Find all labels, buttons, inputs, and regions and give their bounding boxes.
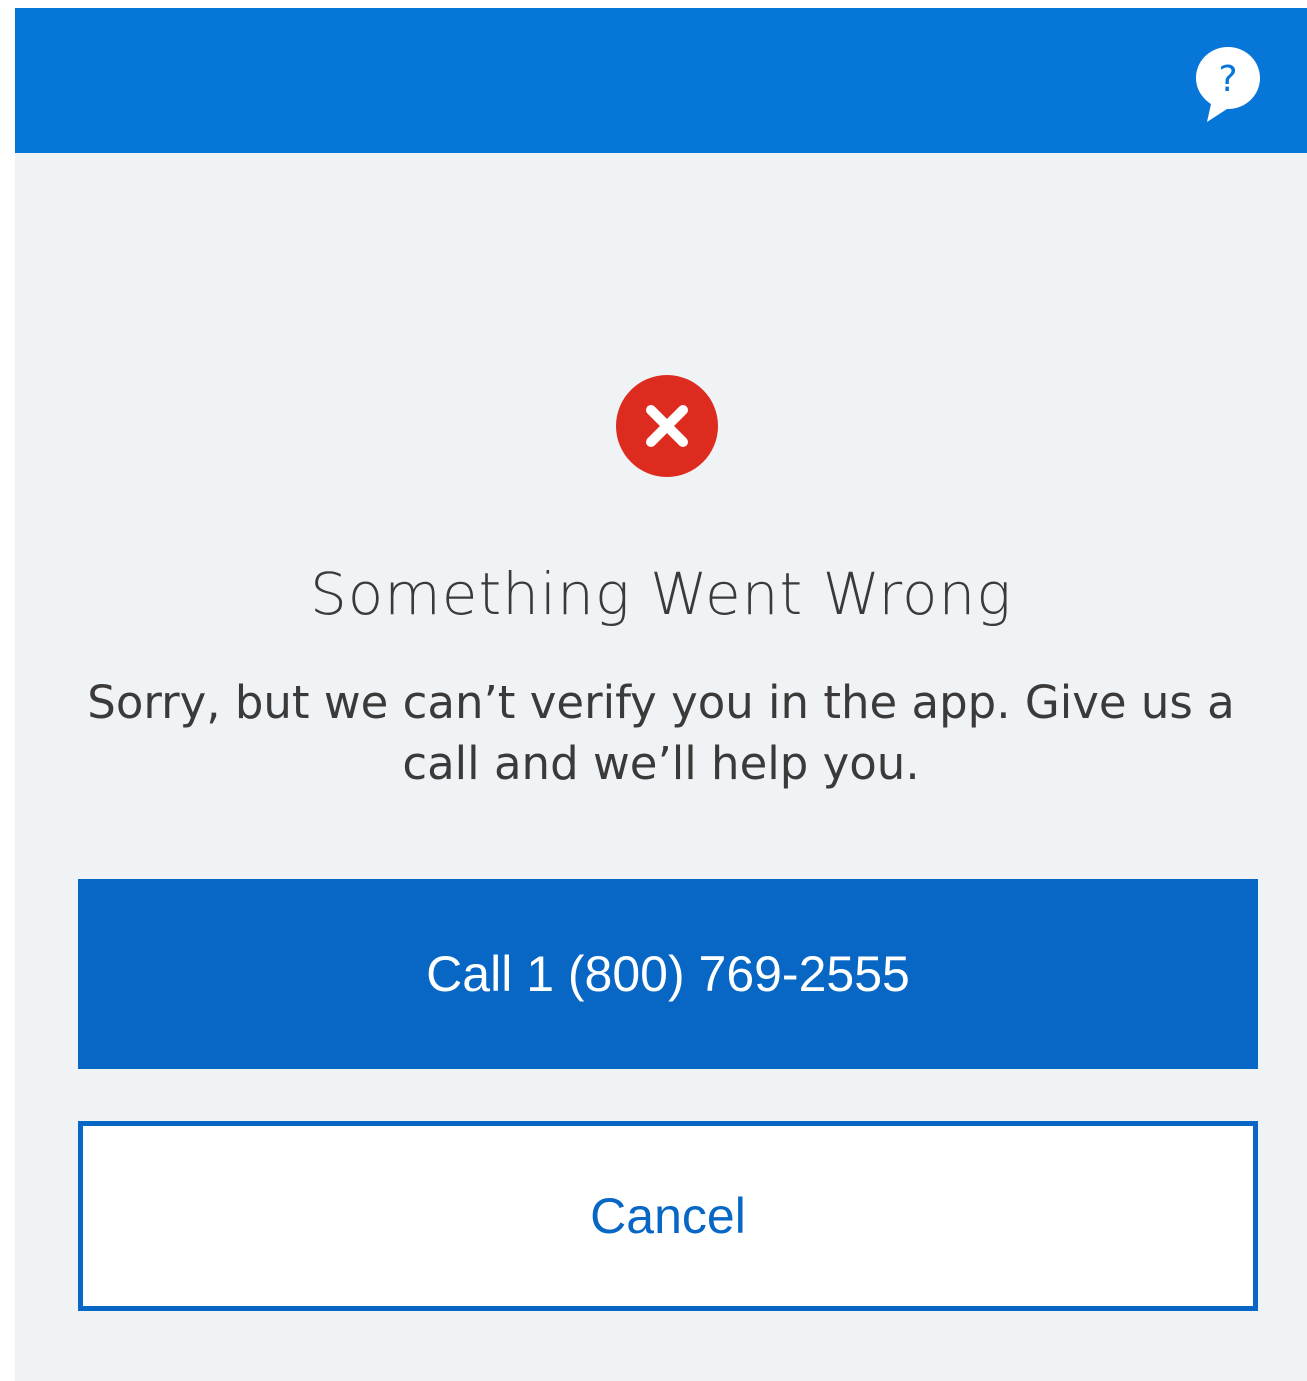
app-screen: ? Something Went Wrong Sorry, but we can… [15,8,1307,1381]
call-support-button[interactable]: Call 1 (800) 769-2555 [78,879,1258,1069]
error-message: Sorry, but we can’t verify you in the ap… [87,676,1235,790]
svg-text:?: ? [1218,59,1237,100]
error-title: Something Went Wrong [309,560,1013,628]
error-x-icon [615,374,719,478]
help-chat-bubble-icon: ? [1196,47,1260,122]
top-app-bar: ? [15,8,1307,153]
cancel-button[interactable]: Cancel [78,1121,1258,1311]
help-button[interactable]: ? [1193,44,1263,124]
